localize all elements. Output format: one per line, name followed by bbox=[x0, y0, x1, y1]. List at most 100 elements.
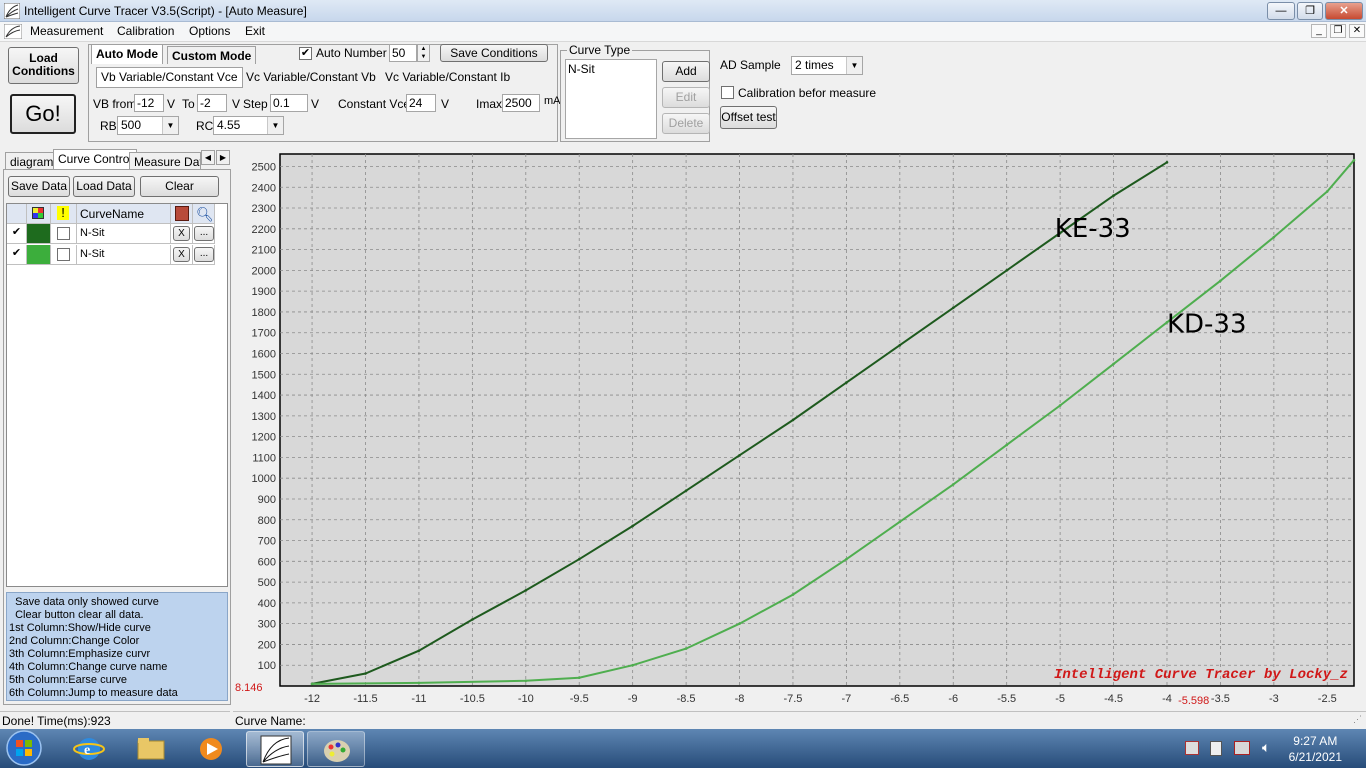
curve-table: ! CurveName 🔍︎ ✔ N-Sit X ... ✔ N-Sit X .… bbox=[6, 203, 228, 587]
show-cell[interactable]: ✔ bbox=[7, 245, 27, 265]
imax-unit: mA bbox=[544, 95, 561, 107]
curve-name-cell[interactable]: N-Sit bbox=[77, 224, 171, 244]
close-button[interactable]: ✕ bbox=[1325, 2, 1363, 20]
tab-measure-data[interactable]: Measure Data bbox=[129, 152, 201, 170]
save-data-button[interactable]: Save Data bbox=[8, 176, 70, 197]
jump-button[interactable]: ... bbox=[194, 226, 214, 241]
save-conditions-button[interactable]: Save Conditions bbox=[440, 44, 548, 62]
taskbar-ie-button[interactable]: e bbox=[60, 731, 118, 767]
series-point-2 bbox=[684, 647, 688, 650]
offset-test-button[interactable]: Offset test bbox=[720, 106, 777, 129]
tray-device-icon[interactable] bbox=[1210, 741, 1222, 756]
load-conditions-button[interactable]: Load Conditions bbox=[8, 47, 79, 84]
tray-action-center-icon[interactable] bbox=[1185, 741, 1199, 755]
color-swatch[interactable] bbox=[27, 245, 51, 265]
tray-volume-icon[interactable]: 🔈︎ bbox=[1262, 739, 1270, 756]
tray-network-icon[interactable] bbox=[1234, 741, 1250, 755]
taskbar-curve-tracer-button[interactable] bbox=[246, 731, 304, 767]
tab-curve-control[interactable]: Curve Control bbox=[53, 149, 138, 170]
vb-from-input[interactable]: -12 bbox=[134, 94, 164, 112]
series-point-1 bbox=[1005, 269, 1008, 272]
imax-label: Imax bbox=[476, 97, 503, 111]
imax-input[interactable]: 2500 bbox=[502, 94, 540, 112]
erase-button[interactable]: X bbox=[173, 247, 190, 262]
tab-scroll-right-button[interactable]: ▶ bbox=[216, 150, 230, 165]
constant-vce-input[interactable]: 24 bbox=[406, 94, 436, 112]
x-tick-label: -4.5 bbox=[1104, 693, 1123, 705]
emphasize-checkbox[interactable] bbox=[57, 248, 70, 261]
help-line: 2nd Column:Change Color bbox=[9, 635, 140, 647]
jump-button[interactable]: ... bbox=[194, 247, 214, 262]
show-cell[interactable]: ✔ bbox=[7, 224, 27, 244]
taskbar-media-button[interactable] bbox=[182, 731, 240, 767]
load-data-label: Load Data bbox=[76, 179, 132, 193]
go-button[interactable]: Go! bbox=[10, 94, 76, 134]
calibration-checkbox[interactable] bbox=[721, 86, 734, 99]
erase-button[interactable]: X bbox=[173, 226, 190, 241]
series-point-1 bbox=[1112, 194, 1115, 197]
tab-custom-mode[interactable]: Custom Mode bbox=[167, 46, 257, 64]
calibration-label: Calibration befor measure bbox=[738, 86, 877, 100]
tab-vc-variable-vb[interactable]: Vc Variable/Constant Vb bbox=[246, 70, 376, 84]
erase-cell: X bbox=[171, 245, 193, 265]
rc-select[interactable]: 4.55 ▼ bbox=[213, 116, 284, 135]
menu-calibration[interactable]: Calibration bbox=[117, 24, 174, 38]
edit-label: Edit bbox=[675, 90, 697, 104]
resize-grip[interactable]: ⋰ bbox=[1353, 714, 1365, 728]
taskbar-explorer-button[interactable] bbox=[122, 731, 180, 767]
auto-number-checkbox[interactable]: ✔ bbox=[299, 47, 312, 60]
load-data-button[interactable]: Load Data bbox=[73, 176, 135, 197]
save-conditions-label: Save Conditions bbox=[450, 46, 538, 60]
menu-exit[interactable]: Exit bbox=[245, 24, 265, 38]
magnifier-icon: 🔍︎ bbox=[196, 206, 214, 222]
auto-number-input[interactable]: 50 bbox=[389, 44, 417, 62]
show-checkbox[interactable]: ✔ bbox=[10, 227, 23, 240]
rb-select[interactable]: 500 ▼ bbox=[117, 116, 179, 135]
curve-name-cell[interactable]: N-Sit bbox=[77, 245, 171, 265]
emphasize-cell[interactable] bbox=[51, 245, 77, 265]
y-tick-label: 700 bbox=[258, 536, 276, 548]
step-input[interactable]: 0.1 bbox=[270, 94, 308, 112]
auto-number-spinner[interactable]: ▲ ▼ bbox=[417, 44, 430, 62]
chevron-down-icon: ▼ bbox=[162, 117, 178, 134]
edit-button[interactable]: Edit bbox=[662, 87, 710, 108]
delete-button[interactable]: Delete bbox=[662, 113, 710, 134]
to-input[interactable]: -2 bbox=[197, 94, 227, 112]
series-point-2 bbox=[1112, 362, 1115, 366]
show-checkbox[interactable]: ✔ bbox=[10, 248, 23, 261]
clock[interactable]: 9:27 AM 6/21/2021 bbox=[1289, 733, 1342, 765]
mdi-minimize-button[interactable]: _ bbox=[1311, 24, 1327, 38]
x-tick-label: -7.5 bbox=[783, 693, 802, 705]
curve-type-item[interactable]: N-Sit bbox=[568, 62, 595, 76]
menu-measurement[interactable]: Measurement bbox=[30, 24, 103, 38]
start-button[interactable] bbox=[4, 729, 44, 768]
clear-button[interactable]: Clear bbox=[140, 176, 219, 197]
mdi-icon bbox=[3, 23, 23, 40]
graph-area[interactable]: -12 -11.5 -11 -10.5 -10 -9.5 -9 -8.5 -8 -7.5 -7 -6.… bbox=[235, 145, 1365, 710]
menu-options[interactable]: Options bbox=[189, 24, 230, 38]
tab-scroll-left-button[interactable]: ◀ bbox=[201, 150, 215, 165]
tab-diagram[interactable]: diagram bbox=[5, 152, 59, 170]
tab-vb-variable[interactable]: Vb Variable/Constant Vce bbox=[96, 67, 243, 88]
help-box: Save data only showed curve Clear button… bbox=[6, 592, 228, 701]
emphasize-cell[interactable] bbox=[51, 224, 77, 244]
x-tick-label: -12 bbox=[304, 693, 320, 705]
annotation-kd33: KD-33 bbox=[1167, 310, 1247, 340]
load-conditions-label: Load Conditions bbox=[12, 51, 75, 78]
maximize-button[interactable]: ❐ bbox=[1297, 2, 1323, 20]
delete-label: Delete bbox=[668, 116, 704, 130]
mdi-close-button[interactable]: ✕ bbox=[1349, 24, 1365, 38]
ad-sample-select[interactable]: 2 times ▼ bbox=[791, 56, 863, 75]
curve-plot[interactable]: -12 -11.5 -11 -10.5 -10 -9.5 -9 -8.5 -8 -7.5 -7 -6.… bbox=[235, 145, 1365, 710]
curve-type-list[interactable]: N-Sit bbox=[565, 59, 657, 139]
taskbar-paint-button[interactable] bbox=[307, 731, 365, 767]
mdi-restore-button[interactable]: ❐ bbox=[1330, 24, 1346, 38]
color-swatch[interactable] bbox=[27, 224, 51, 244]
y-tick-label: 1800 bbox=[252, 307, 276, 319]
emphasize-checkbox[interactable] bbox=[57, 227, 70, 240]
tab-auto-mode[interactable]: Auto Mode bbox=[91, 44, 163, 64]
minimize-button[interactable]: — bbox=[1267, 2, 1295, 20]
tab-vc-variable-ib[interactable]: Vc Variable/Constant Ib bbox=[385, 70, 510, 84]
add-button[interactable]: Add bbox=[662, 61, 710, 82]
rc-label: RC bbox=[196, 119, 214, 133]
